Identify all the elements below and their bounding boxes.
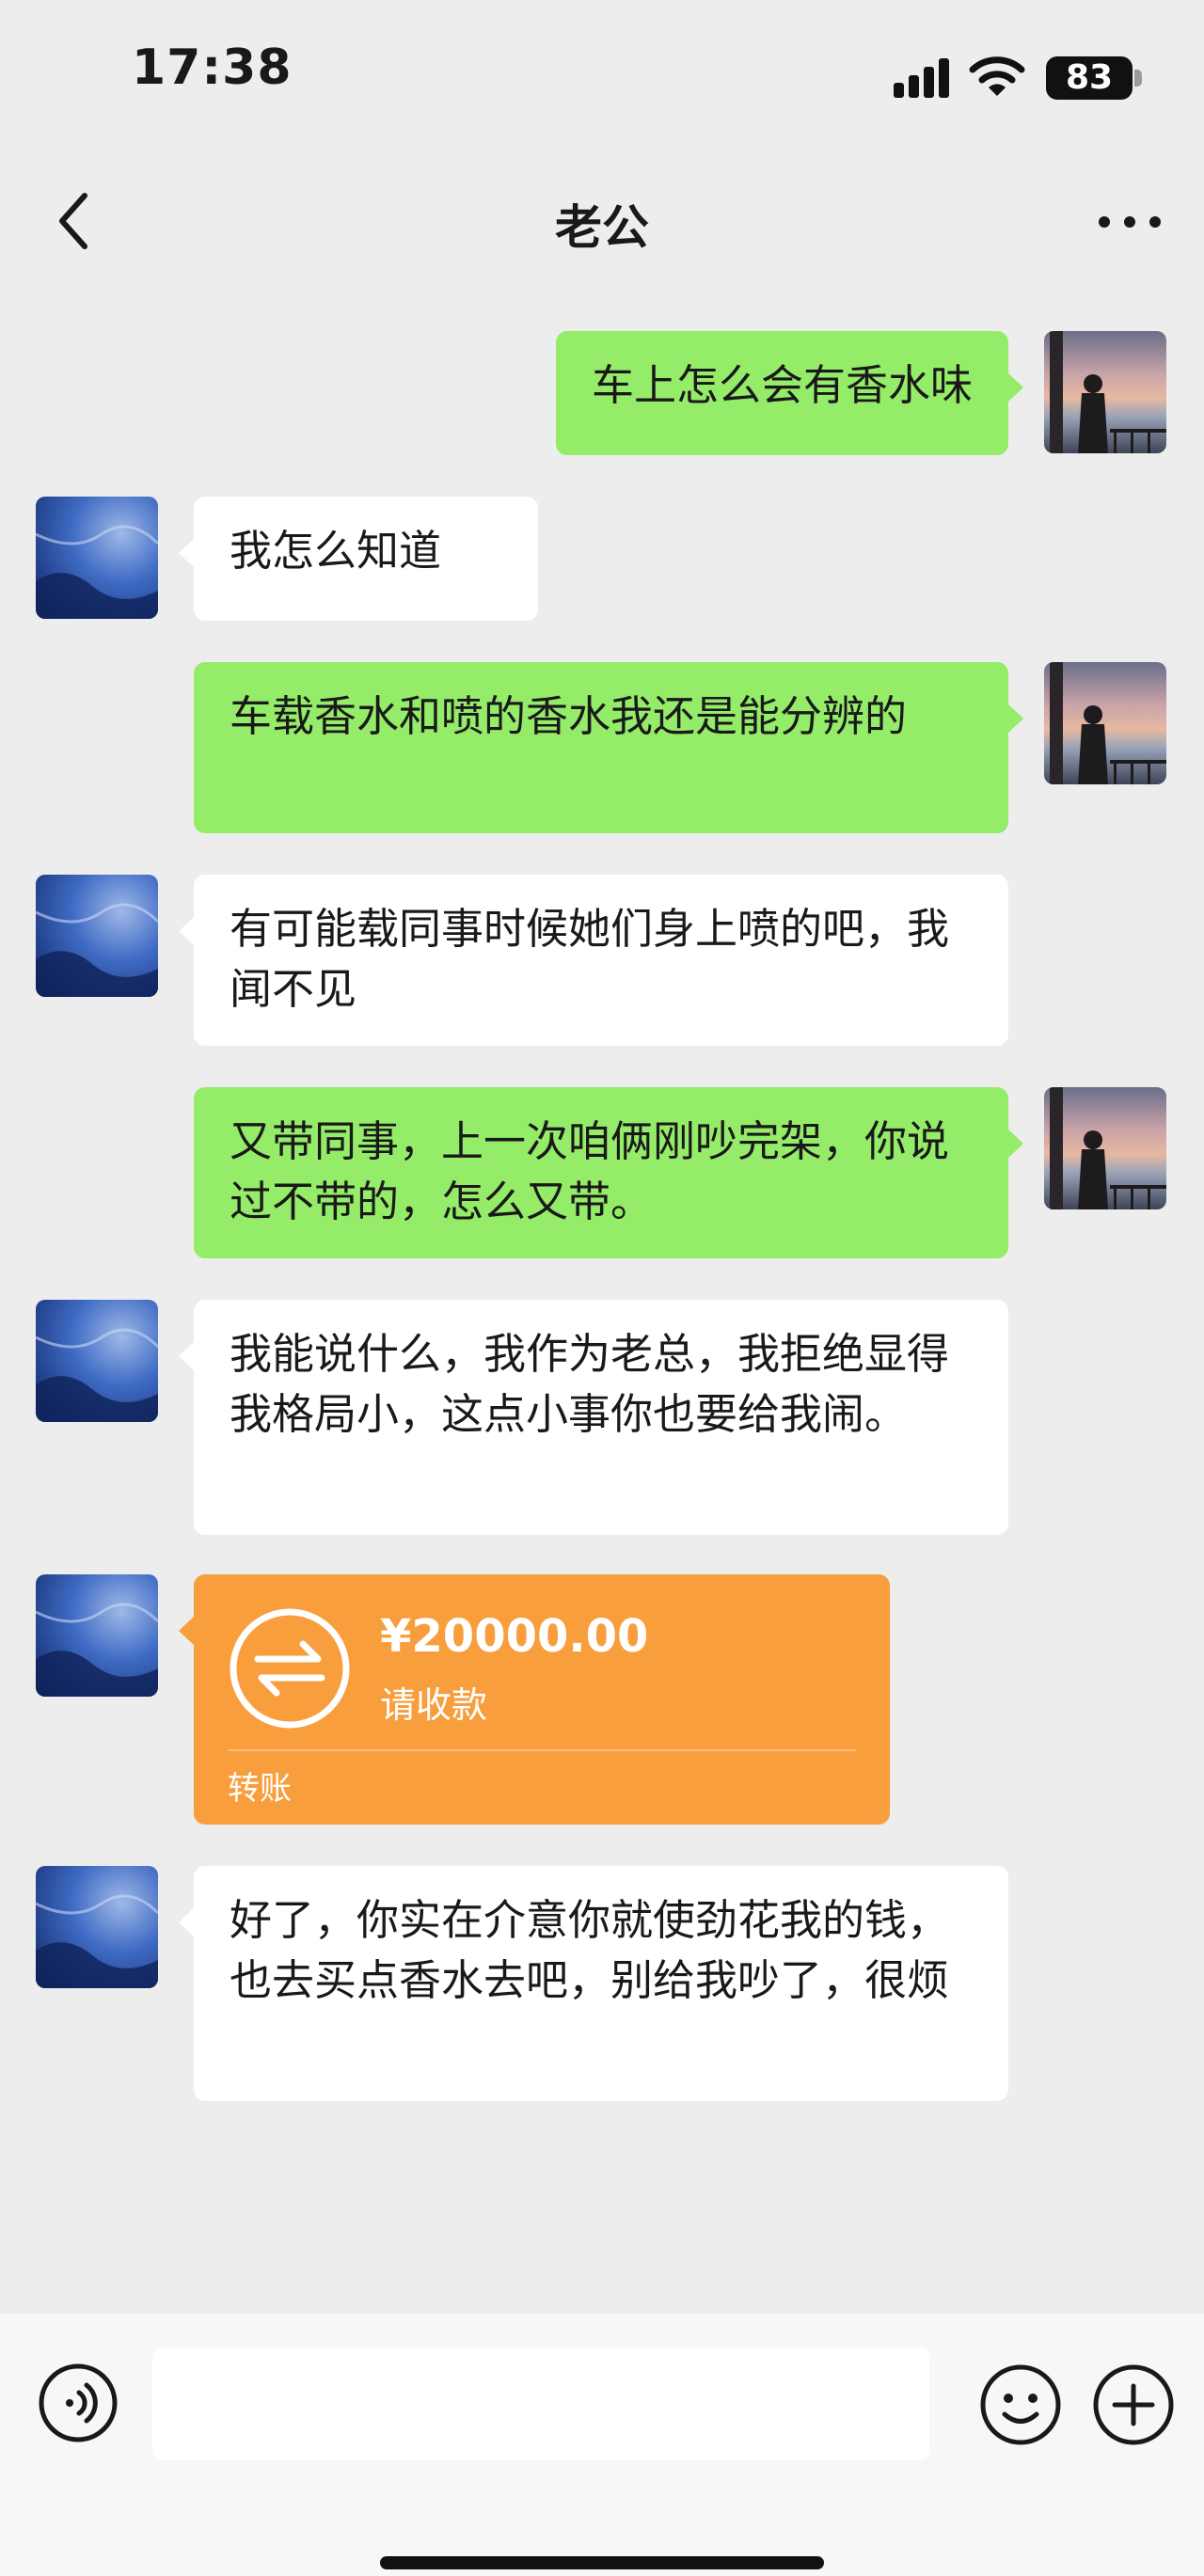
my-avatar[interactable] — [1044, 331, 1166, 453]
chat-header: 老公 — [0, 150, 1204, 282]
wifi-icon — [969, 56, 1025, 96]
battery-tip — [1134, 70, 1142, 87]
contact-avatar[interactable] — [36, 1300, 158, 1422]
cellular-signal-icon — [894, 58, 950, 98]
voice-input-icon[interactable] — [38, 2363, 119, 2443]
contact-avatar[interactable] — [36, 497, 158, 619]
message-text: 车上怎么会有香水味 — [591, 360, 973, 410]
emoji-icon[interactable] — [978, 2363, 1063, 2447]
status-time: 17:38 — [132, 40, 293, 96]
chat-title: 老公 — [555, 200, 649, 255]
message-bubble-received[interactable]: 我怎么知道 — [179, 497, 538, 621]
message-bubble-sent[interactable]: 车载香水和喷的香水我还是能分辨的 — [194, 662, 1023, 833]
battery-icon: 83 — [1046, 56, 1133, 100]
message-bubble-received[interactable]: 有可能载同事时候她们身上喷的吧，我闻不见 — [179, 875, 1008, 1046]
message-bubble-received[interactable]: 好了，你实在介意你就使劲花我的钱，也去买点香水去吧，别给我吵了，很烦 — [179, 1866, 1008, 2101]
contact-avatar[interactable] — [36, 1866, 158, 1988]
message-input[interactable] — [152, 2347, 929, 2460]
message-text: 我怎么知道 — [230, 526, 442, 576]
transfer-amount: ¥20000.00 — [380, 1610, 649, 1663]
status-bar: 17:38 83 — [0, 0, 1204, 150]
message-text: 车载香水和喷的香水我还是能分辨的 — [230, 691, 908, 741]
contact-avatar[interactable] — [36, 1574, 158, 1697]
more-options-icon[interactable] — [1097, 207, 1163, 235]
plus-icon[interactable] — [1091, 2363, 1176, 2447]
message-text: 又带同事，上一次咱俩刚吵完架，你说过不带的，怎么又带。 — [230, 1116, 950, 1226]
transfer-card[interactable]: ¥20000.00 请收款 转账 — [179, 1574, 890, 1825]
message-bubble-sent[interactable]: 又带同事，上一次咱俩刚吵完架，你说过不带的，怎么又带。 — [194, 1087, 1023, 1258]
message-text: 好了，你实在介意你就使劲花我的钱，也去买点香水去吧，别给我吵了，很烦 — [230, 1895, 950, 2005]
my-avatar[interactable] — [1044, 1087, 1166, 1209]
transfer-label: 转账 — [228, 1770, 292, 1808]
message-bubble-sent[interactable]: 车上怎么会有香水味 — [555, 331, 1024, 455]
message-bubble-received[interactable]: 我能说什么，我作为老总，我拒绝显得我格局小，这点小事你也要给我闹。 — [179, 1300, 1008, 1535]
transfer-icon — [230, 1608, 350, 1729]
transfer-divider — [228, 1749, 856, 1751]
home-indicator — [380, 2556, 824, 2569]
my-avatar[interactable] — [1044, 662, 1166, 784]
input-bar — [0, 2314, 1204, 2576]
transfer-note: 请收款 — [380, 1684, 488, 1726]
message-text: 有可能载同事时候她们身上喷的吧，我闻不见 — [230, 904, 950, 1014]
contact-avatar[interactable] — [36, 875, 158, 997]
message-text: 我能说什么，我作为老总，我拒绝显得我格局小，这点小事你也要给我闹。 — [230, 1329, 950, 1439]
